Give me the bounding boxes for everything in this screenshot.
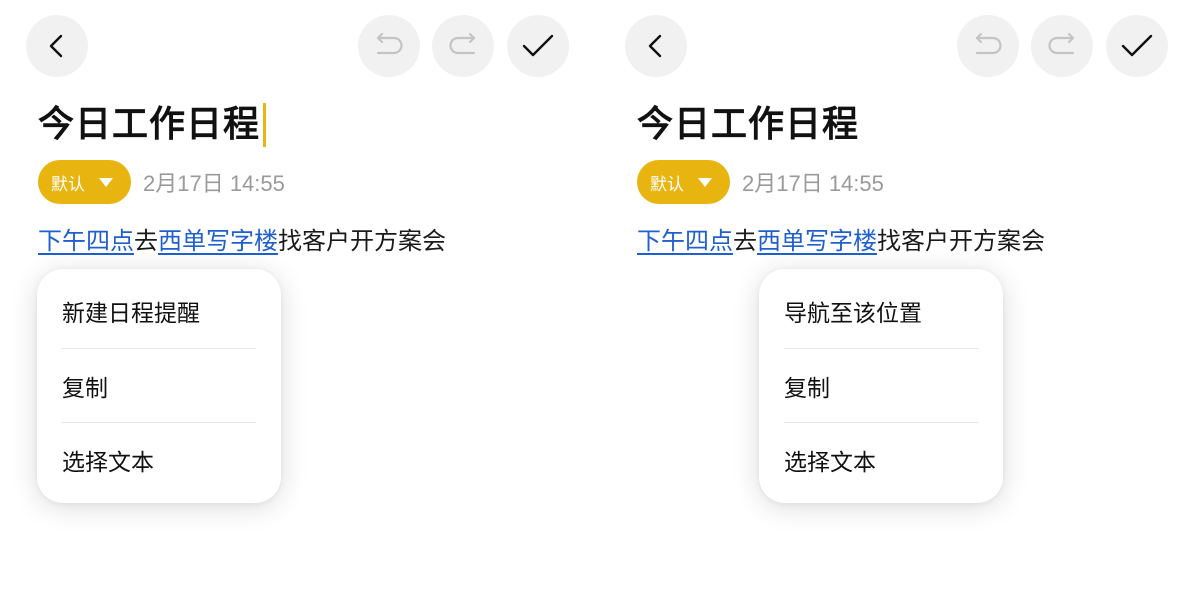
note-title-text: 今日工作日程 — [637, 104, 860, 145]
time-link[interactable]: 下午四点 — [38, 227, 134, 255]
menu-item-copy[interactable]: 复制 — [62, 348, 256, 423]
menu-item-new-reminder[interactable]: 新建日程提醒 — [62, 274, 256, 348]
note-date: 2月17日 14:55 — [143, 171, 285, 196]
location-link[interactable]: 西单写字楼 — [757, 227, 877, 255]
checkmark-icon — [1121, 34, 1153, 57]
undo-icon — [975, 32, 1002, 55]
caret-down-icon — [99, 177, 113, 187]
context-menu: 新建日程提醒 复制 选择文本 — [37, 269, 281, 503]
note-meta: 默认 2月17日 14:55 — [637, 160, 884, 204]
location-link[interactable]: 西单写字楼 — [158, 227, 278, 255]
chevron-left-icon — [648, 34, 662, 58]
redo-icon — [449, 32, 476, 55]
menu-item-select-text[interactable]: 选择文本 — [62, 422, 256, 497]
redo-icon — [1048, 32, 1075, 55]
text-cursor — [263, 103, 267, 147]
undo-button[interactable] — [957, 15, 1019, 77]
category-label: 默认 — [650, 174, 684, 195]
back-button[interactable] — [625, 15, 687, 77]
back-button[interactable] — [26, 15, 88, 77]
note-meta: 默认 2月17日 14:55 — [38, 160, 285, 204]
note-title[interactable]: 今日工作日程 — [38, 99, 267, 151]
note-body[interactable]: 下午四点去西单写字楼找客户开方案会 — [38, 222, 446, 260]
redo-button[interactable] — [432, 15, 494, 77]
left-screen: 今日工作日程 默认 2月17日 14:55 下午四点去西单写字楼找客户开方案会 … — [0, 0, 600, 591]
note-title-text: 今日工作日程 — [38, 104, 261, 145]
done-button[interactable] — [1106, 15, 1168, 77]
done-button[interactable] — [507, 15, 569, 77]
note-body[interactable]: 下午四点去西单写字楼找客户开方案会 — [637, 222, 1045, 260]
redo-button[interactable] — [1031, 15, 1093, 77]
category-dropdown[interactable]: 默认 — [637, 160, 730, 204]
menu-item-copy[interactable]: 复制 — [784, 348, 978, 423]
chevron-left-icon — [49, 34, 63, 58]
category-label: 默认 — [51, 174, 85, 195]
context-menu: 导航至该位置 复制 选择文本 — [759, 269, 1003, 503]
caret-down-icon — [698, 177, 712, 187]
time-link[interactable]: 下午四点 — [637, 227, 733, 255]
undo-icon — [376, 32, 403, 55]
menu-item-select-text[interactable]: 选择文本 — [784, 422, 978, 497]
note-title[interactable]: 今日工作日程 — [637, 99, 859, 151]
menu-item-navigate[interactable]: 导航至该位置 — [784, 274, 978, 348]
body-text: 去 — [733, 227, 757, 255]
body-text: 找客户开方案会 — [877, 227, 1045, 255]
note-date: 2月17日 14:55 — [742, 171, 884, 196]
body-text: 找客户开方案会 — [278, 227, 446, 255]
body-text: 去 — [134, 227, 158, 255]
right-screen: 今日工作日程 默认 2月17日 14:55 下午四点去西单写字楼找客户开方案会 … — [599, 0, 1199, 591]
checkmark-icon — [522, 34, 554, 57]
category-dropdown[interactable]: 默认 — [38, 160, 131, 204]
undo-button[interactable] — [358, 15, 420, 77]
